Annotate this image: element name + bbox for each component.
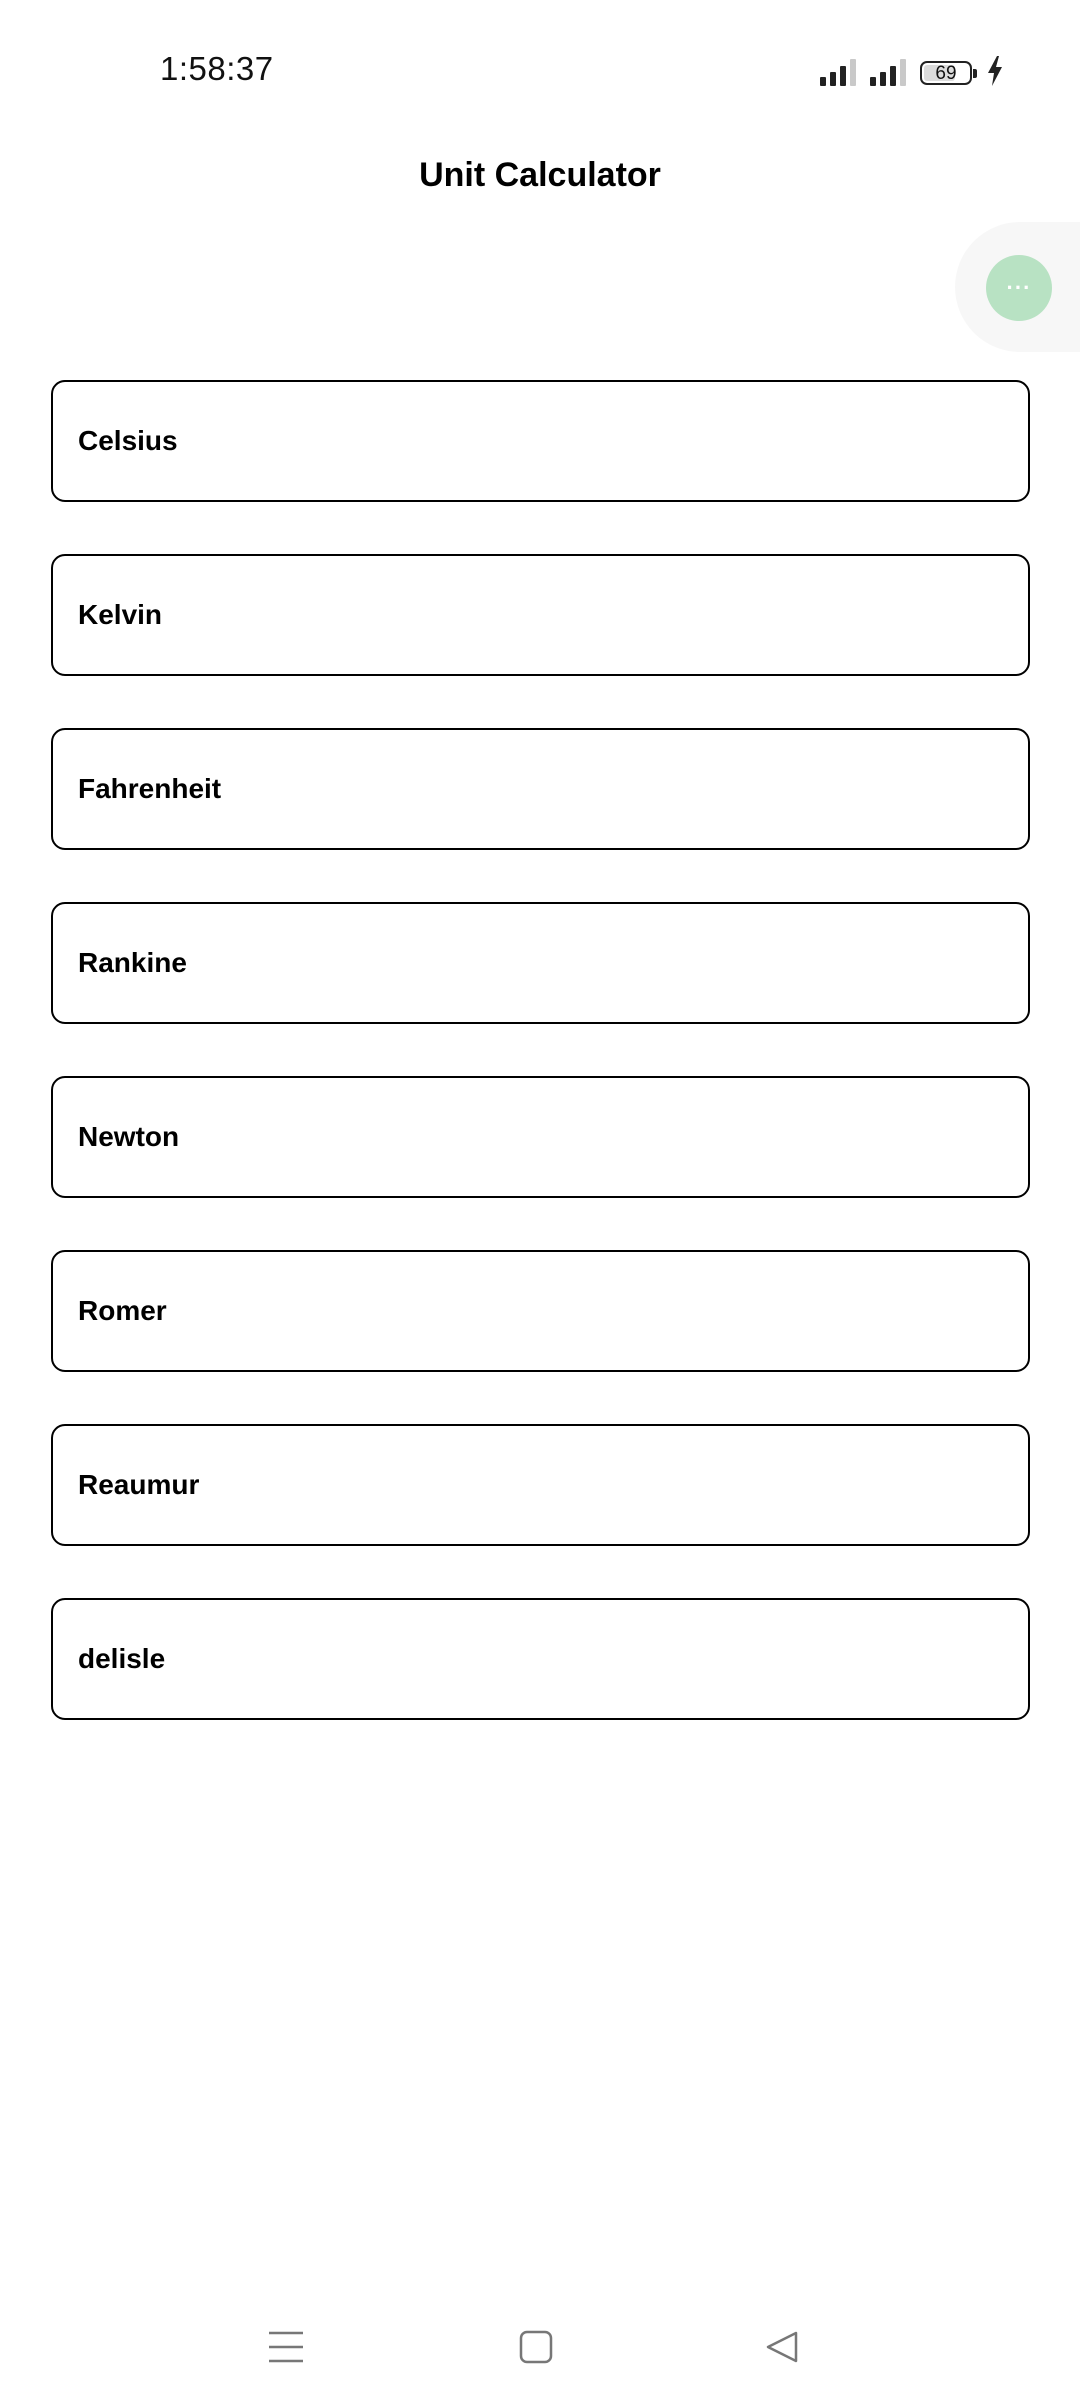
home-button[interactable] [506, 2322, 566, 2372]
unit-label: delisle [78, 1643, 166, 1674]
status-bar: 1:58:37 69 [0, 0, 1080, 130]
battery-icon: 69 [920, 61, 977, 85]
unit-label: Kelvin [78, 599, 163, 630]
status-time: 1:58:37 [160, 50, 274, 87]
status-icons: 69 [820, 56, 1004, 86]
home-icon [519, 2330, 553, 2364]
cellular-signal-icon [820, 58, 856, 86]
more-icon: ··· [1006, 275, 1032, 300]
charging-bolt-icon [988, 56, 1002, 86]
page-title: Unit Calculator [419, 156, 661, 194]
unit-item-delisle[interactable]: delisle [51, 1598, 1030, 1720]
unit-label: Reaumur [78, 1469, 200, 1500]
unit-item-fahrenheit[interactable]: Fahrenheit [51, 728, 1030, 850]
navigation-bar [0, 2300, 1080, 2400]
menu-icon [269, 2331, 303, 2363]
cellular-signal-icon [870, 58, 906, 86]
menu-button[interactable] [256, 2322, 316, 2372]
unit-label: Fahrenheit [78, 773, 222, 804]
more-button[interactable]: ··· [986, 255, 1052, 321]
unit-item-rankine[interactable]: Rankine [51, 902, 1030, 1024]
battery-level: 69 [935, 62, 957, 84]
unit-label: Newton [78, 1121, 180, 1152]
unit-label: Rankine [78, 947, 187, 978]
unit-label: Celsius [78, 425, 178, 456]
unit-item-kelvin[interactable]: Kelvin [51, 554, 1030, 676]
unit-item-reaumur[interactable]: Reaumur [51, 1424, 1030, 1546]
unit-label: Romer [78, 1295, 167, 1326]
unit-list: Celsius Kelvin Fahrenheit Rankine Newton… [51, 380, 1030, 1772]
back-icon [766, 2331, 798, 2363]
unit-item-newton[interactable]: Newton [51, 1076, 1030, 1198]
unit-item-celsius[interactable]: Celsius [51, 380, 1030, 502]
unit-item-romer[interactable]: Romer [51, 1250, 1030, 1372]
back-button[interactable] [752, 2322, 812, 2372]
